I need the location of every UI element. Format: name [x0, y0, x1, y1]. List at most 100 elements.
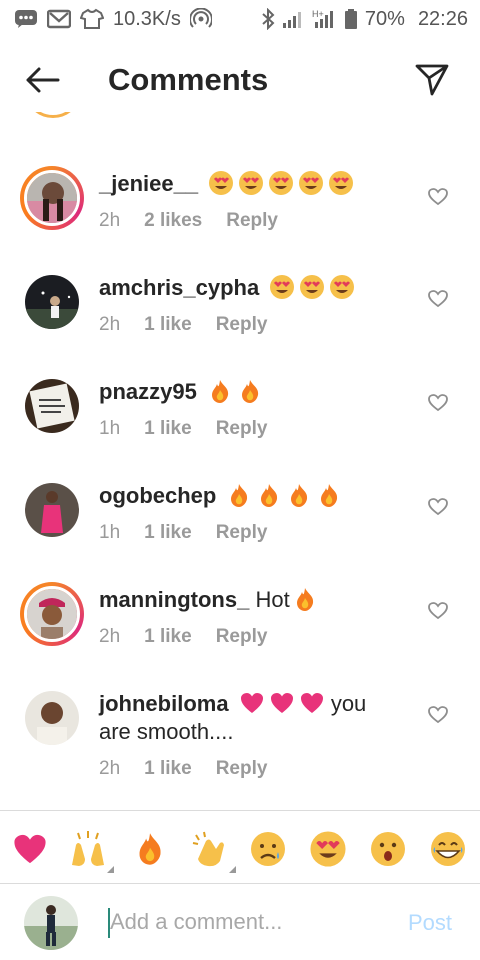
back-button[interactable] — [22, 64, 62, 96]
avatar[interactable] — [20, 478, 84, 542]
fire-icon[interactable] — [130, 829, 170, 869]
like-count[interactable]: 1 like — [144, 758, 192, 780]
avatar[interactable] — [20, 686, 84, 750]
sad-face-icon[interactable] — [248, 829, 288, 869]
like-heart-icon[interactable] — [428, 706, 448, 724]
comment-composer: Post — [0, 884, 480, 960]
comment-text: amchris_cypha — [99, 274, 419, 302]
comment-text: pnazzy95 — [99, 378, 419, 406]
like-count[interactable]: 2 likes — [144, 210, 202, 232]
reply-button[interactable]: Reply — [216, 314, 268, 336]
fire-icon — [252, 483, 282, 508]
comment-meta: 2h 2 likes Reply — [99, 210, 278, 232]
comment-meta: 1h 1 like Reply — [99, 522, 267, 544]
heart-eyes-icon — [234, 171, 264, 196]
comment-meta: 2h 1 like Reply — [99, 758, 267, 780]
grinning-face-icon[interactable] — [428, 829, 468, 869]
avatar[interactable] — [20, 270, 84, 334]
chat-bubble-icon — [14, 9, 38, 29]
fire-icon — [290, 587, 318, 612]
heart-eyes-icon — [264, 171, 294, 196]
like-count[interactable]: 1 like — [144, 418, 192, 440]
bluetooth-icon — [261, 8, 275, 30]
partial-comment-row — [0, 112, 480, 128]
reply-button[interactable]: Reply — [216, 626, 268, 648]
fire-icon — [233, 379, 263, 404]
like-heart-icon[interactable] — [428, 188, 448, 206]
reply-button[interactable]: Reply — [216, 758, 268, 780]
gmail-icon — [47, 9, 71, 29]
battery-percent: 70% — [364, 7, 405, 30]
comment-meta: 1h 1 like Reply — [99, 418, 267, 440]
reply-button[interactable]: Reply — [216, 418, 268, 440]
comment-username[interactable]: ogobechep — [99, 483, 216, 508]
like-heart-icon[interactable] — [428, 602, 448, 620]
like-count[interactable]: 1 like — [144, 522, 192, 544]
like-count[interactable]: 1 like — [144, 314, 192, 336]
like-count[interactable]: 1 like — [144, 626, 192, 648]
comment-time: 2h — [99, 626, 121, 647]
comment-text: manningtons_ Hot — [99, 586, 419, 614]
like-heart-icon[interactable] — [428, 498, 448, 516]
heart-eyes-icon — [294, 171, 324, 196]
page-title: Comments — [108, 62, 269, 97]
comment-username[interactable]: _jeniee__ — [99, 171, 198, 196]
heart-eyes-icon[interactable] — [308, 829, 348, 869]
like-heart-icon[interactable] — [428, 394, 448, 412]
fire-icon — [312, 483, 342, 508]
arrow-left-icon — [26, 67, 60, 93]
avatar — [24, 112, 82, 118]
heart-eyes-icon — [204, 171, 234, 196]
tshirt-icon — [80, 8, 104, 30]
comment-username[interactable]: johnebiloma — [99, 691, 229, 716]
heart-icon[interactable] — [10, 829, 50, 869]
fire-icon — [282, 483, 312, 508]
heart-icon — [235, 691, 265, 716]
comment-text: ogobechep — [99, 482, 419, 510]
comments-list[interactable]: _jeniee__ 2h 2 likes Reply amchris_cypha… — [0, 112, 480, 810]
heart-icon — [265, 691, 295, 716]
clock: 22:26 — [417, 7, 468, 30]
heart-eyes-icon — [295, 275, 325, 300]
surprised-face-icon[interactable] — [368, 829, 408, 869]
comment-username[interactable]: pnazzy95 — [99, 379, 197, 404]
quick-emoji-bar — [0, 810, 480, 884]
comment-body: Hot — [255, 587, 290, 612]
comment-time: 2h — [99, 314, 121, 335]
paper-plane-icon — [415, 64, 449, 96]
raised-hands-icon[interactable] — [68, 829, 114, 873]
signal-icon — [282, 9, 304, 29]
heart-eyes-icon — [324, 171, 354, 196]
post-button[interactable]: Post — [408, 910, 452, 936]
avatar[interactable] — [20, 374, 84, 438]
comment-time: 1h — [99, 418, 121, 439]
like-heart-icon[interactable] — [428, 290, 448, 308]
comment-meta: 2h 1 like Reply — [99, 314, 267, 336]
comment-time: 2h — [99, 210, 121, 231]
comment-username[interactable]: manningtons_ — [99, 587, 249, 612]
heart-eyes-icon — [265, 275, 295, 300]
reply-button[interactable]: Reply — [216, 522, 268, 544]
share-button[interactable] — [412, 62, 452, 98]
comment-time: 1h — [99, 522, 121, 543]
clapping-hands-icon[interactable] — [190, 829, 236, 873]
avatar[interactable] — [20, 582, 84, 646]
avatar[interactable] — [20, 166, 84, 230]
comment-time: 2h — [99, 758, 121, 779]
comment-body-continued: are smooth.... — [99, 719, 234, 744]
fire-icon — [222, 483, 252, 508]
network-type-label: H+ — [312, 9, 324, 19]
comment-body: you — [330, 691, 367, 716]
avatar — [24, 896, 78, 950]
comment-text: _jeniee__ — [99, 170, 419, 198]
heart-eyes-icon — [325, 275, 355, 300]
reply-button[interactable]: Reply — [226, 210, 278, 232]
battery-icon — [344, 8, 358, 30]
fire-icon — [203, 379, 233, 404]
comment-input[interactable] — [110, 904, 370, 940]
heart-icon — [295, 691, 325, 716]
comment-username[interactable]: amchris_cypha — [99, 275, 259, 300]
comment-meta: 2h 1 like Reply — [99, 626, 267, 648]
status-bar: 10.3K/s H+ 70% 22:26 — [0, 0, 480, 38]
signal-hplus-icon: H+ — [311, 8, 337, 30]
